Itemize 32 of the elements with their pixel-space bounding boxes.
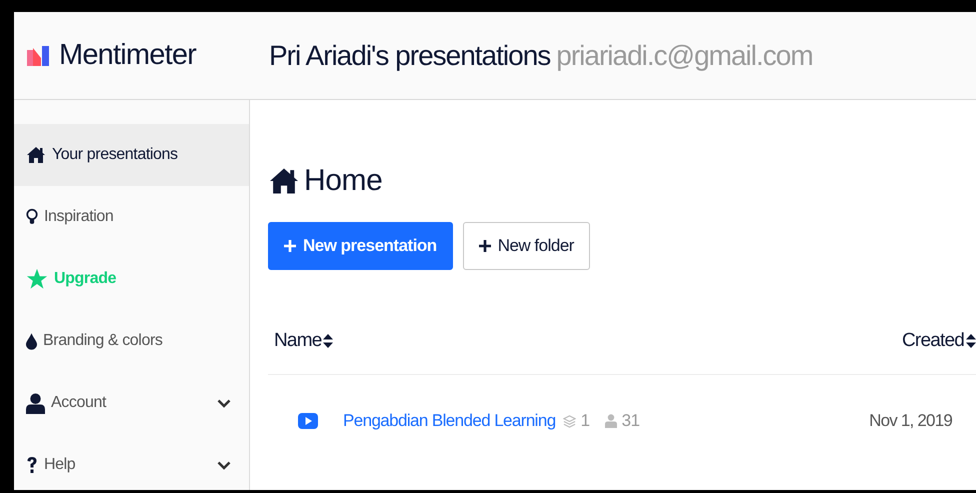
sort-icon (966, 334, 976, 348)
page-title: Pri Ariadi's presentations (269, 40, 550, 72)
sidebar-item[interactable]: Inspiration (14, 186, 249, 248)
plus-icon (478, 240, 491, 252)
logo-text: Mentimeter (59, 39, 196, 72)
sidebar-item[interactable]: Account (14, 372, 249, 434)
lightbulb-icon (26, 208, 38, 226)
presentation-link[interactable]: Pengabdian Blended Learning (343, 411, 556, 431)
question-icon (26, 456, 38, 474)
participant-count: 31 (622, 411, 640, 431)
layers-icon (562, 414, 576, 428)
section-heading: Home (304, 164, 382, 198)
user-email: priariadi.c@gmail.com (556, 40, 813, 72)
new-folder-button[interactable]: New folder (462, 222, 590, 270)
logo-icon (27, 46, 49, 66)
user-icon (604, 414, 617, 428)
home-icon (26, 146, 46, 164)
slide-count: 1 (580, 411, 590, 431)
sort-icon (323, 334, 334, 348)
created-date: Nov 1, 2019 (869, 411, 952, 431)
drop-icon (26, 332, 37, 350)
plus-icon (284, 240, 296, 252)
sidebar-item[interactable]: Your presentations (14, 124, 249, 186)
sidebar-item[interactable]: Help (14, 434, 249, 490)
user-icon (26, 392, 45, 414)
column-header[interactable]: Created (902, 330, 976, 352)
new-presentation-button[interactable]: New presentation (268, 222, 453, 270)
play-icon (298, 413, 318, 429)
home-icon (268, 167, 300, 195)
sidebar-item[interactable]: Branding & colors (14, 310, 249, 372)
star-icon (26, 268, 48, 290)
column-header[interactable]: Name (274, 330, 334, 352)
